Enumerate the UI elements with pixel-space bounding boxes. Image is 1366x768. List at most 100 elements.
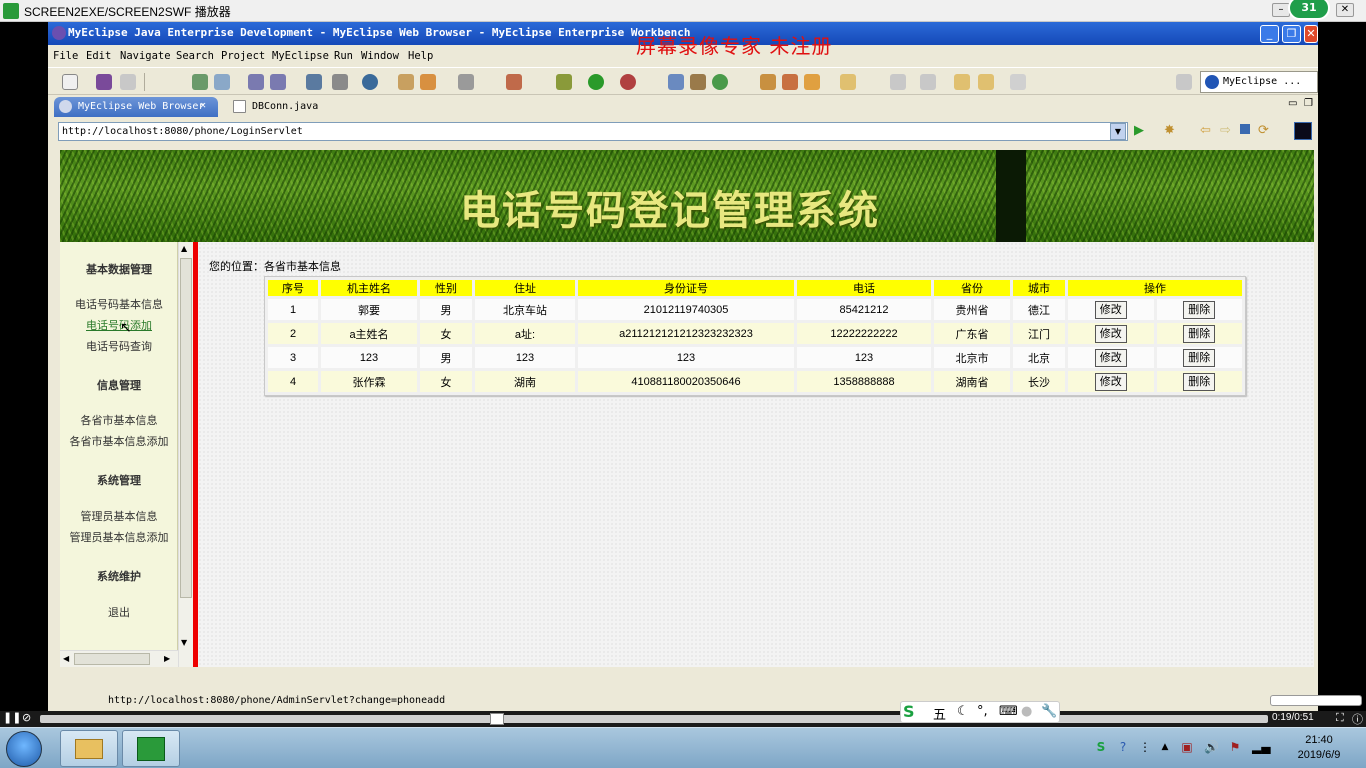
stop-icon[interactable] bbox=[1240, 124, 1250, 134]
maximize-view-icon[interactable]: ❐ bbox=[1304, 98, 1313, 109]
go-icon[interactable]: ▶ bbox=[1134, 123, 1150, 139]
tab-close-icon[interactable]: ✕ bbox=[200, 100, 206, 111]
scroll-right-icon[interactable]: ▶ bbox=[164, 654, 170, 663]
browser-refresh-icon[interactable]: ⟳ bbox=[1258, 123, 1269, 138]
open-perspective-icon[interactable] bbox=[1176, 74, 1192, 90]
palette-icon[interactable] bbox=[506, 74, 522, 90]
menu-search[interactable]: Search bbox=[176, 50, 214, 62]
sogou-tray-icon[interactable]: S bbox=[1094, 740, 1108, 754]
deploy-icon[interactable] bbox=[248, 74, 264, 90]
user-icon[interactable]: ● bbox=[1021, 704, 1032, 719]
wizard-icon[interactable] bbox=[332, 74, 348, 90]
external-tools-icon[interactable] bbox=[620, 74, 636, 90]
folder-icon[interactable] bbox=[398, 74, 414, 90]
open-type-icon[interactable] bbox=[760, 74, 776, 90]
help-tray-icon[interactable]: ? bbox=[1116, 740, 1130, 754]
open-folder-icon[interactable] bbox=[804, 74, 820, 90]
new-package-icon[interactable] bbox=[690, 74, 706, 90]
wand-icon[interactable] bbox=[782, 74, 798, 90]
tab-web-browser[interactable]: MyEclipse Web Browser ✕ bbox=[54, 97, 218, 117]
security-tray-icon[interactable]: ▣ bbox=[1180, 740, 1194, 754]
stop-playback-icon[interactable]: ⊘ bbox=[22, 711, 31, 724]
browser-back-icon[interactable]: ⇦ bbox=[1200, 123, 1211, 138]
ime-tray-icon[interactable]: ⋮ bbox=[1138, 740, 1152, 754]
minimize-button[interactable]: _ bbox=[1260, 25, 1279, 43]
menu-window[interactable]: Window bbox=[361, 50, 399, 62]
database-icon[interactable] bbox=[306, 74, 322, 90]
player-close-button[interactable]: ✕ bbox=[1336, 3, 1354, 17]
web-icon[interactable] bbox=[270, 74, 286, 90]
edit-button[interactable]: 修改 bbox=[1094, 300, 1127, 319]
browser-forward-icon[interactable]: ⇨ bbox=[1220, 123, 1231, 138]
sogou-logo-icon[interactable]: S bbox=[903, 702, 915, 721]
sidebar-item-phone-add[interactable]: 电话号码添加 bbox=[60, 317, 178, 333]
sidebar-vertical-scrollbar[interactable]: ▲ ▼ bbox=[178, 242, 193, 667]
run-icon[interactable] bbox=[588, 74, 604, 90]
sidebar-item-admin-add[interactable]: 管理员基本信息添加 bbox=[60, 529, 178, 545]
next-annotation-icon[interactable] bbox=[890, 74, 906, 90]
action-center-icon[interactable]: ⚑ bbox=[1228, 740, 1242, 754]
delete-button[interactable]: 删除 bbox=[1183, 300, 1216, 319]
player-taskbar-button[interactable] bbox=[122, 730, 180, 767]
sidebar-item-phone-query[interactable]: 电话号码查询 bbox=[60, 338, 178, 354]
menu-navigate[interactable]: Navigate bbox=[120, 50, 171, 62]
maximize-button[interactable]: ❐ bbox=[1282, 25, 1301, 43]
ime-mode-icon[interactable]: 五 bbox=[933, 704, 946, 723]
menu-file[interactable]: File bbox=[53, 50, 78, 62]
delete-button[interactable]: 删除 bbox=[1183, 348, 1216, 367]
scroll-up-icon[interactable]: ▲ bbox=[181, 244, 187, 253]
volume-icon[interactable]: 🔊 bbox=[1204, 740, 1219, 754]
last-edit-icon[interactable] bbox=[954, 74, 970, 90]
edit-button[interactable]: 修改 bbox=[1094, 372, 1127, 391]
forward-icon[interactable] bbox=[1010, 74, 1026, 90]
wrench-icon[interactable]: 🔧 bbox=[1041, 704, 1057, 719]
pause-icon[interactable]: ❚❚ bbox=[3, 711, 21, 724]
moon-icon[interactable]: ☾ bbox=[957, 704, 969, 719]
sidebar-item-logout[interactable]: 退出 bbox=[60, 604, 178, 620]
package-icon[interactable] bbox=[420, 74, 436, 90]
bug-icon[interactable] bbox=[192, 74, 208, 90]
delete-button[interactable]: 删除 bbox=[1183, 372, 1216, 391]
minimize-view-icon[interactable]: ▭ bbox=[1288, 98, 1297, 109]
menu-project[interactable]: Project bbox=[221, 50, 265, 62]
start-button[interactable] bbox=[6, 731, 42, 767]
debug-icon[interactable] bbox=[556, 74, 572, 90]
explorer-taskbar-button[interactable] bbox=[60, 730, 118, 767]
fullscreen-icon[interactable]: ⛶ bbox=[1336, 711, 1344, 725]
favorites-icon[interactable]: ✸ bbox=[1164, 123, 1175, 138]
perspective-switcher[interactable]: MyEclipse ... bbox=[1200, 71, 1318, 93]
open-icon[interactable] bbox=[96, 74, 112, 90]
scroll-down-icon[interactable]: ▼ bbox=[181, 638, 187, 647]
edit-button[interactable]: 修改 bbox=[1094, 324, 1127, 343]
search-folder-icon[interactable] bbox=[840, 74, 856, 90]
prev-annotation-icon[interactable] bbox=[920, 74, 936, 90]
close-button[interactable]: ✕ bbox=[1304, 25, 1318, 43]
globe-icon[interactable] bbox=[362, 74, 378, 90]
network-icon[interactable]: ▂▄ bbox=[1252, 740, 1270, 754]
sidebar-item-province-info[interactable]: 各省市基本信息 bbox=[60, 412, 178, 428]
hscroll-thumb[interactable] bbox=[74, 653, 150, 665]
refresh-icon[interactable] bbox=[712, 74, 728, 90]
keyboard-icon[interactable]: ⌨ bbox=[999, 704, 1018, 719]
url-history-dropdown[interactable]: ▼ bbox=[1110, 123, 1126, 140]
seek-track[interactable] bbox=[40, 715, 1268, 723]
show-hidden-icons[interactable]: ▲ bbox=[1158, 740, 1172, 754]
new-java-icon[interactable] bbox=[668, 74, 684, 90]
sidebar-item-province-add[interactable]: 各省市基本信息添加 bbox=[60, 433, 178, 449]
info-icon[interactable]: ⓘ bbox=[1352, 711, 1363, 727]
menu-edit[interactable]: Edit bbox=[86, 50, 111, 62]
delete-button[interactable]: 删除 bbox=[1183, 324, 1216, 343]
save-icon[interactable] bbox=[120, 74, 136, 90]
web-view-icon[interactable] bbox=[1294, 122, 1312, 140]
camera-icon[interactable] bbox=[458, 74, 474, 90]
url-input[interactable]: http://localhost:8080/phone/LoginServlet bbox=[58, 122, 1128, 141]
sidebar-item-admin-info[interactable]: 管理员基本信息 bbox=[60, 508, 178, 524]
taskbar-clock[interactable]: 21:40 2019/6/9 bbox=[1284, 733, 1354, 763]
menu-run[interactable]: Run bbox=[334, 50, 353, 62]
menu-help[interactable]: Help bbox=[408, 50, 433, 62]
server-icon[interactable] bbox=[214, 74, 230, 90]
edit-button[interactable]: 修改 bbox=[1094, 348, 1127, 367]
scroll-left-icon[interactable]: ◀ bbox=[63, 654, 69, 663]
new-icon[interactable] bbox=[62, 74, 78, 90]
sidebar-item-phone-info[interactable]: 电话号码基本信息 bbox=[60, 296, 178, 312]
